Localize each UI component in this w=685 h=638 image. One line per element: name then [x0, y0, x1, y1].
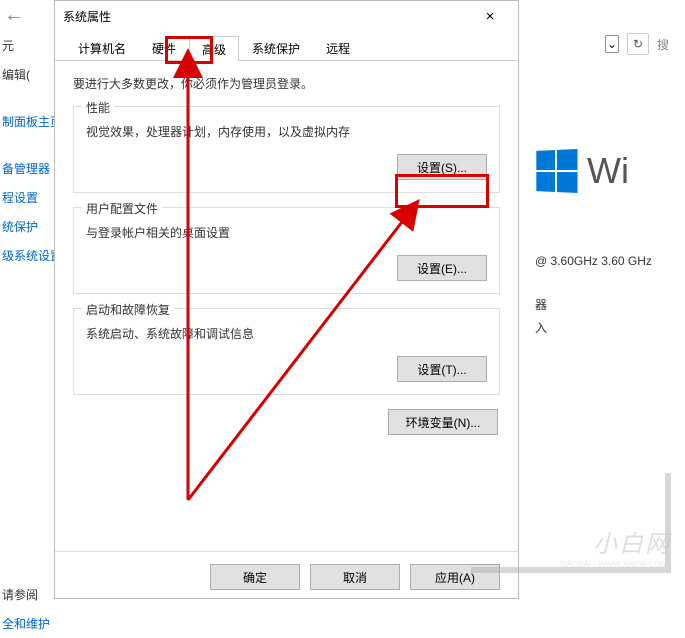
dropdown-icon[interactable]: ⌄	[605, 35, 619, 53]
tab-advanced[interactable]: 高级	[189, 36, 239, 61]
background-right-panel: Wi @ 3.60GHz 3.60 GHz 器 入	[535, 130, 685, 336]
system-properties-dialog: 系统属性 × 计算机名 硬件 高级 系统保护 远程 要进行大多数更改，你必须作为…	[54, 0, 519, 599]
refresh-icon[interactable]: ↻	[627, 33, 649, 55]
startup-settings-button[interactable]: 设置(T)...	[397, 356, 487, 382]
background-top-controls: ⌄ ↻ 搜	[605, 30, 685, 58]
performance-desc: 视觉效果，处理器计划，内存使用，以及虚拟内存	[86, 123, 487, 140]
windows-icon	[536, 149, 577, 193]
bg-unit: 元	[0, 31, 55, 60]
env-variables-button[interactable]: 环境变量(N)...	[388, 409, 498, 435]
bg-sys-protect[interactable]: 统保护	[0, 212, 55, 241]
user-profile-settings-button[interactable]: 设置(E)...	[397, 255, 487, 281]
tab-remote[interactable]: 远程	[313, 35, 363, 60]
watermark-text: 小白网	[593, 524, 671, 559]
windows-logo: Wi	[535, 150, 685, 192]
intro-text: 要进行大多数更改，你必须作为管理员登录。	[73, 75, 500, 92]
bg-edit[interactable]: 编辑(	[0, 60, 55, 89]
dialog-buttons: 确定 取消 应用(A)	[55, 551, 518, 590]
bg-see-also: 请参阅	[0, 580, 55, 609]
search-label[interactable]: 搜	[657, 36, 669, 53]
dialog-title: 系统属性	[63, 8, 470, 25]
bg-adv-sys[interactable]: 级系统设置	[0, 241, 55, 270]
close-icon[interactable]: ×	[470, 8, 510, 25]
user-profile-desc: 与登录帐户相关的桌面设置	[86, 224, 487, 241]
ok-button[interactable]: 确定	[210, 564, 300, 590]
windows-text: Wi	[587, 150, 629, 192]
startup-recovery-group: 启动和故障恢复 系统启动、系统故障和调试信息 设置(T)...	[73, 308, 500, 395]
user-profile-group: 用户配置文件 与登录帐户相关的桌面设置 设置(E)...	[73, 207, 500, 294]
bg-misc1: 器	[535, 296, 685, 313]
startup-desc: 系统启动、系统故障和调试信息	[86, 325, 487, 342]
performance-group: 性能 视觉效果，处理器计划，内存使用，以及虚拟内存 设置(S)...	[73, 106, 500, 193]
startup-title: 启动和故障恢复	[82, 301, 174, 318]
bg-panel-home[interactable]: 制面板主页	[0, 107, 55, 136]
dialog-body: 要进行大多数更改，你必须作为管理员登录。 性能 视觉效果，处理器计划，内存使用，…	[55, 61, 518, 467]
bg-sec-maint[interactable]: 全和维护	[0, 609, 55, 638]
cpu-info: @ 3.60GHz 3.60 GHz	[535, 254, 685, 268]
performance-title: 性能	[82, 99, 114, 116]
background-left-panel: ← 元 编辑( 制面板主页 备管理器 程设置 统保护 级系统设置 请参阅 全和维…	[0, 0, 55, 599]
dialog-tabs: 计算机名 硬件 高级 系统保护 远程	[55, 35, 518, 61]
cancel-button[interactable]: 取消	[310, 564, 400, 590]
tab-hardware[interactable]: 硬件	[139, 35, 189, 60]
tab-system-protection[interactable]: 系统保护	[239, 35, 313, 60]
watermark-url: XIAOBAI · WWW.XNEW.COM	[559, 560, 667, 569]
dialog-titlebar: 系统属性 ×	[55, 1, 518, 31]
tab-computer-name[interactable]: 计算机名	[65, 35, 139, 60]
performance-settings-button[interactable]: 设置(S)...	[397, 154, 487, 180]
bg-remote-set[interactable]: 程设置	[0, 183, 55, 212]
bg-device-mgr[interactable]: 备管理器	[0, 154, 55, 183]
back-arrow-icon[interactable]: ←	[0, 0, 55, 31]
bg-misc2: 入	[535, 319, 685, 336]
user-profile-title: 用户配置文件	[82, 200, 162, 217]
